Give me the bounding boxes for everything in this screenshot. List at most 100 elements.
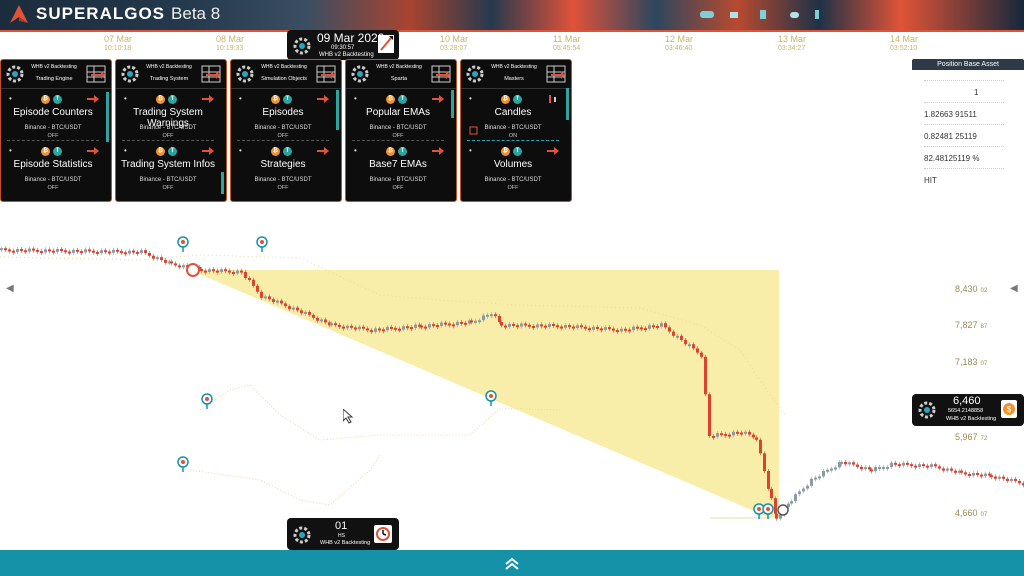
panel-scrollbar[interactable]	[221, 172, 224, 194]
expand-icon[interactable]: •	[124, 146, 127, 155]
candle	[516, 325, 519, 328]
layer-status[interactable]: OFF	[1, 133, 105, 139]
btc-icon: ₿	[156, 95, 165, 104]
asset-pair-icons: ₿ T	[386, 147, 407, 156]
layer-panel[interactable]: WHB v2 Backtesting Simulation Objects • ₿ T E…	[230, 59, 342, 202]
layer-item[interactable]: • ₿ T Volumes Binance - BTC/USDT OFF	[461, 142, 565, 197]
layer-item[interactable]: • ₿ T Episode Statistics Binance - BTC/USDT O…	[1, 142, 105, 197]
scroll-right-icon[interactable]: ◀	[1010, 283, 1018, 294]
layer-status[interactable]: OFF	[231, 185, 335, 191]
layer-exchange: Binance - BTC/USDT	[24, 125, 82, 131]
price-chart[interactable]	[0, 200, 1024, 548]
layer-item[interactable]: • ₿ T Candles Binance - BTC/USDT ON	[461, 90, 565, 145]
candle	[342, 326, 345, 329]
time-axis-time: 03:46:40	[665, 45, 693, 52]
layer-item[interactable]: • ₿ T Strategies Binance - BTC/USDT OFF	[231, 142, 335, 197]
layer-panel-header[interactable]: WHB v2 Backtesting Masters	[461, 60, 571, 89]
time-frame-card[interactable]: 01 HS WHB v2 Backtesting	[287, 518, 399, 550]
candle	[406, 326, 409, 329]
layer-panel-bot: WHB v2 Backtesting	[146, 64, 192, 70]
svg-text:$: $	[1007, 405, 1012, 414]
candle	[712, 436, 715, 438]
gear-icon	[466, 65, 484, 83]
layer-panel[interactable]: WHB v2 Backtesting Trading System • ₿ T Tradi…	[115, 59, 227, 202]
candle	[652, 325, 655, 328]
expand-icon[interactable]: •	[239, 94, 242, 103]
layer-panel-header[interactable]: WHB v2 Backtesting Trading Engine	[1, 60, 111, 89]
candle	[474, 320, 477, 323]
layer-item[interactable]: • ₿ T Trading System Warnings Binance - BTC/…	[116, 90, 220, 145]
layer-status[interactable]: OFF	[346, 185, 450, 191]
layer-status[interactable]: OFF	[1, 185, 105, 191]
layer-status[interactable]: OFF	[116, 133, 220, 139]
panel-scrollbar[interactable]	[106, 92, 109, 142]
layer-panel-header[interactable]: WHB v2 Backtesting Sparta	[346, 60, 456, 89]
candle	[44, 249, 47, 253]
layer-item[interactable]: • ₿ T Episode Counters Binance - BTC/USDT OFF	[1, 90, 105, 145]
layer-exchange: Binance - BTC/USDT	[369, 177, 427, 183]
gear-icon	[293, 37, 311, 55]
candle	[232, 272, 235, 274]
time-axis-label: 07 Mar 10:10:18	[104, 34, 132, 54]
chevron-up-icon[interactable]	[502, 553, 522, 573]
layer-item[interactable]: • ₿ T Episodes Binance - BTC/USDT OFF	[231, 90, 335, 145]
expand-icon[interactable]: •	[9, 94, 12, 103]
candle	[112, 249, 115, 253]
expand-icon[interactable]: •	[354, 94, 357, 103]
signal-marker-dot	[181, 460, 185, 464]
position-field-value: 1	[974, 88, 979, 97]
layer-status[interactable]: ON	[461, 133, 565, 139]
expand-icon[interactable]: •	[239, 146, 242, 155]
candle	[755, 437, 758, 440]
candle	[452, 324, 455, 327]
layer-item[interactable]: • ₿ T Trading System Infos Binance - BTC/USD…	[116, 142, 220, 197]
panel-scrollbar[interactable]	[566, 88, 569, 120]
app-brand: SUPERALGOS	[36, 4, 166, 23]
candle	[280, 300, 283, 304]
expand-icon[interactable]: •	[469, 94, 472, 103]
position-field-rule	[924, 102, 1004, 107]
candle	[700, 352, 703, 357]
candle	[504, 325, 507, 328]
layer-status[interactable]: OFF	[231, 133, 335, 139]
candle	[806, 485, 809, 489]
asset-pair-icons: ₿ T	[386, 95, 407, 104]
price-axis-label: 7,183 07	[955, 357, 987, 367]
candle	[954, 470, 957, 473]
expand-icon[interactable]: •	[354, 146, 357, 155]
expand-icon[interactable]: •	[469, 146, 472, 155]
candle	[774, 498, 777, 514]
layer-panel[interactable]: WHB v2 Backtesting Masters • ₿ T Candles Binan…	[460, 59, 572, 202]
layer-exchange: Binance - BTC/USDT	[484, 177, 542, 183]
layer-item[interactable]: • ₿ T Popular EMAs Binance - BTC/USDT OFF	[346, 90, 450, 145]
candle	[763, 453, 766, 472]
layer-panel-header[interactable]: WHB v2 Backtesting Simulation Objects	[231, 60, 341, 89]
scroll-left-icon[interactable]: ◀	[6, 283, 14, 294]
layer-item[interactable]: • ₿ T Base7 EMAs Binance - BTC/USDT OFF	[346, 142, 450, 197]
panel-scrollbar[interactable]	[451, 90, 454, 118]
time-axis-label: 14 Mar 03:52:10	[890, 34, 918, 54]
layer-exchange: Binance - BTC/USDT	[484, 125, 542, 131]
expand-icon[interactable]: •	[124, 94, 127, 103]
layer-panel[interactable]: WHB v2 Backtesting Trading Engine • ₿ T Episo…	[0, 59, 112, 202]
candle	[170, 261, 173, 264]
layer-panels: WHB v2 Backtesting Trading Engine • ₿ T Episo…	[0, 59, 575, 202]
candle	[834, 467, 837, 470]
expand-icon[interactable]: •	[9, 146, 12, 155]
layer-status[interactable]: OFF	[461, 185, 565, 191]
price-card[interactable]: 6,460 5654.2148858 WHB v2 Backtesting $	[912, 394, 1024, 426]
panel-scrollbar[interactable]	[336, 90, 339, 130]
candle	[770, 488, 773, 499]
usdt-icon: T	[283, 147, 292, 156]
candle	[632, 326, 635, 331]
date-panel[interactable]: 09 Mar 2020 09:30:57 WHB v2 Backtesting	[287, 30, 399, 60]
layer-status[interactable]: OFF	[116, 185, 220, 191]
candle	[980, 474, 983, 477]
app-logo[interactable]: SUPERALGOS Beta 8	[8, 3, 220, 25]
layer-exchange: Binance - BTC/USDT	[139, 125, 197, 131]
layer-panel[interactable]: WHB v2 Backtesting Sparta • ₿ T Popular EMAs B…	[345, 59, 457, 202]
layer-status[interactable]: OFF	[346, 133, 450, 139]
wand-icon	[378, 35, 394, 53]
layer-panel-bot: WHB v2 Backtesting	[491, 64, 537, 70]
layer-panel-header[interactable]: WHB v2 Backtesting Trading System	[116, 60, 226, 89]
